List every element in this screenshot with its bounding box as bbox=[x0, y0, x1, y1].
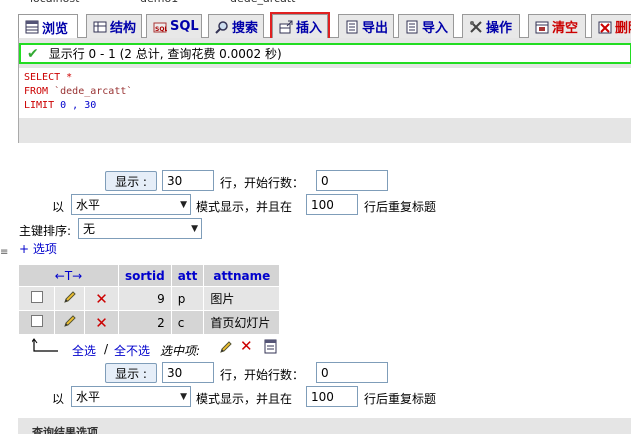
mode-label: 模式显示，并且在 bbox=[196, 200, 293, 214]
bulk-edit-pencil-icon[interactable] bbox=[218, 339, 234, 358]
results-table: ←T→ sortid att attname ✕ 9 p 图片 ✕ 2 c 首页… bbox=[18, 264, 281, 335]
result-options-title[interactable]: 查询结果选项 bbox=[32, 424, 98, 434]
repeat-label-bottom: 行后重复标题 bbox=[364, 392, 437, 406]
mode-prefix-label: 以 bbox=[52, 200, 65, 214]
mode-label-bottom: 模式显示，并且在 bbox=[196, 392, 293, 406]
cell-sortid: 2 bbox=[118, 310, 172, 335]
bulk-delete-x-icon[interactable]: ✕ bbox=[240, 337, 253, 355]
uncheck-all-link[interactable]: 全不选 bbox=[114, 342, 150, 359]
mode-prefix-label-bottom: 以 bbox=[52, 392, 65, 406]
tab-export[interactable]: 导出 bbox=[338, 14, 394, 38]
breadcrumb: localhost demo1 dede_arcatt bbox=[0, 0, 631, 6]
cell-att: c bbox=[170, 310, 205, 335]
sql-line-limit: LIMIT 0 , 30 bbox=[24, 100, 97, 111]
row-checkbox[interactable] bbox=[30, 315, 43, 327]
tab-operations[interactable]: 操作 bbox=[462, 14, 520, 38]
sql-query: SELECT * FROM `dede_arcatt` LIMIT 0 , 30 bbox=[19, 68, 631, 118]
rows-label: 行，开始行数： bbox=[220, 176, 305, 190]
sql-table-name[interactable]: `dede_arcatt` bbox=[54, 86, 132, 97]
cell-attname: 首页幻灯片 bbox=[203, 310, 281, 335]
drop-icon bbox=[598, 20, 612, 34]
table-row: ✕ 9 p 图片 bbox=[18, 286, 281, 311]
breadcrumb-server[interactable]: localhost bbox=[30, 0, 79, 5]
query-panel: ✔ 显示行 0 - 1 (2 总计, 查询花费 0.0002 秒) SELECT… bbox=[18, 38, 631, 143]
operations-icon bbox=[469, 20, 483, 34]
bulk-separator: / bbox=[104, 342, 109, 356]
tab-sql[interactable]: SQL SQL bbox=[146, 14, 202, 38]
svg-text:SQL: SQL bbox=[155, 26, 167, 33]
sort-select[interactable]: 无 ▼ bbox=[78, 218, 202, 239]
success-notice: ✔ 显示行 0 - 1 (2 总计, 查询花费 0.0002 秒) bbox=[19, 43, 631, 64]
breadcrumb-database[interactable]: demo1 bbox=[140, 0, 178, 5]
display-mode-select-bottom[interactable]: 水平 ▼ bbox=[71, 386, 191, 407]
show-button[interactable]: 显示 : bbox=[105, 171, 157, 191]
tab-import[interactable]: 导入 bbox=[398, 14, 454, 38]
breadcrumb-table[interactable]: dede_arcatt bbox=[230, 0, 295, 5]
table-row: ✕ 2 c 首页幻灯片 bbox=[18, 310, 281, 335]
structure-icon bbox=[93, 20, 107, 34]
chevron-down-icon: ▼ bbox=[180, 391, 187, 402]
column-header-att[interactable]: att bbox=[170, 264, 205, 287]
result-options-panel: 查询结果选项 bbox=[18, 418, 631, 434]
sql-line-from: FROM `dede_arcatt` bbox=[24, 86, 133, 97]
edit-pencil-icon[interactable] bbox=[54, 286, 85, 311]
tab-search[interactable]: 搜索 bbox=[208, 14, 264, 38]
cell-att: p bbox=[170, 286, 205, 311]
repeat-header-input[interactable]: 100 bbox=[306, 194, 358, 215]
sql-icon: SQL bbox=[153, 20, 168, 34]
browse-icon bbox=[25, 20, 39, 34]
column-header-attname[interactable]: attname bbox=[203, 264, 281, 287]
insert-icon bbox=[279, 20, 293, 34]
rows-input[interactable]: 30 bbox=[162, 170, 214, 191]
import-icon bbox=[405, 20, 419, 34]
resize-handle-icon[interactable]: ≡ bbox=[0, 247, 8, 258]
empty-icon bbox=[535, 20, 549, 34]
delete-x-icon[interactable]: ✕ bbox=[95, 290, 108, 308]
show-button-bottom[interactable]: 显示 : bbox=[105, 363, 157, 383]
options-link[interactable]: + 选项 bbox=[19, 240, 57, 257]
display-mode-select[interactable]: 水平 ▼ bbox=[71, 194, 191, 215]
start-row-input-bottom[interactable]: 0 bbox=[316, 362, 388, 383]
tab-bar: 浏览 结构 SQL SQL 搜索 插入 导出 导入 操作 清空 删 bbox=[18, 10, 631, 40]
select-arrow-icon bbox=[30, 338, 60, 357]
delete-x-icon[interactable]: ✕ bbox=[95, 314, 108, 332]
tab-empty[interactable]: 清空 bbox=[528, 14, 586, 38]
export-icon bbox=[345, 20, 359, 34]
repeat-label: 行后重复标题 bbox=[364, 200, 437, 214]
cell-sortid: 9 bbox=[118, 286, 172, 311]
repeat-header-input-bottom[interactable]: 100 bbox=[306, 386, 358, 407]
rows-label-bottom: 行，开始行数： bbox=[220, 368, 305, 382]
column-move-arrows-icon[interactable]: ←T→ bbox=[18, 264, 119, 287]
cell-attname: 图片 bbox=[203, 286, 281, 311]
tab-structure[interactable]: 结构 bbox=[86, 14, 142, 38]
tab-browse[interactable]: 浏览 bbox=[18, 14, 78, 39]
column-header-sortid[interactable]: sortid bbox=[118, 264, 172, 287]
table-header-row: ←T→ sortid att attname bbox=[18, 264, 281, 287]
check-all-link[interactable]: 全选 bbox=[72, 342, 96, 359]
sql-line-select: SELECT * bbox=[24, 72, 73, 83]
chevron-down-icon: ▼ bbox=[180, 199, 187, 210]
edit-pencil-icon[interactable] bbox=[54, 310, 85, 335]
sort-label: 主键排序: bbox=[19, 224, 72, 238]
with-selected-label: 选中项: bbox=[160, 344, 201, 358]
start-row-input[interactable]: 0 bbox=[316, 170, 388, 191]
bulk-export-icon[interactable] bbox=[263, 339, 279, 358]
chevron-down-icon: ▼ bbox=[191, 223, 198, 234]
notice-text: 显示行 0 - 1 (2 总计, 查询花费 0.0002 秒) bbox=[48, 47, 282, 61]
search-icon bbox=[215, 20, 229, 34]
rows-input-bottom[interactable]: 30 bbox=[162, 362, 214, 383]
row-checkbox[interactable] bbox=[30, 291, 43, 303]
checkmark-icon: ✔ bbox=[27, 45, 39, 62]
tab-drop[interactable]: 删除 bbox=[591, 14, 631, 38]
tab-insert[interactable]: 插入 bbox=[270, 12, 330, 40]
